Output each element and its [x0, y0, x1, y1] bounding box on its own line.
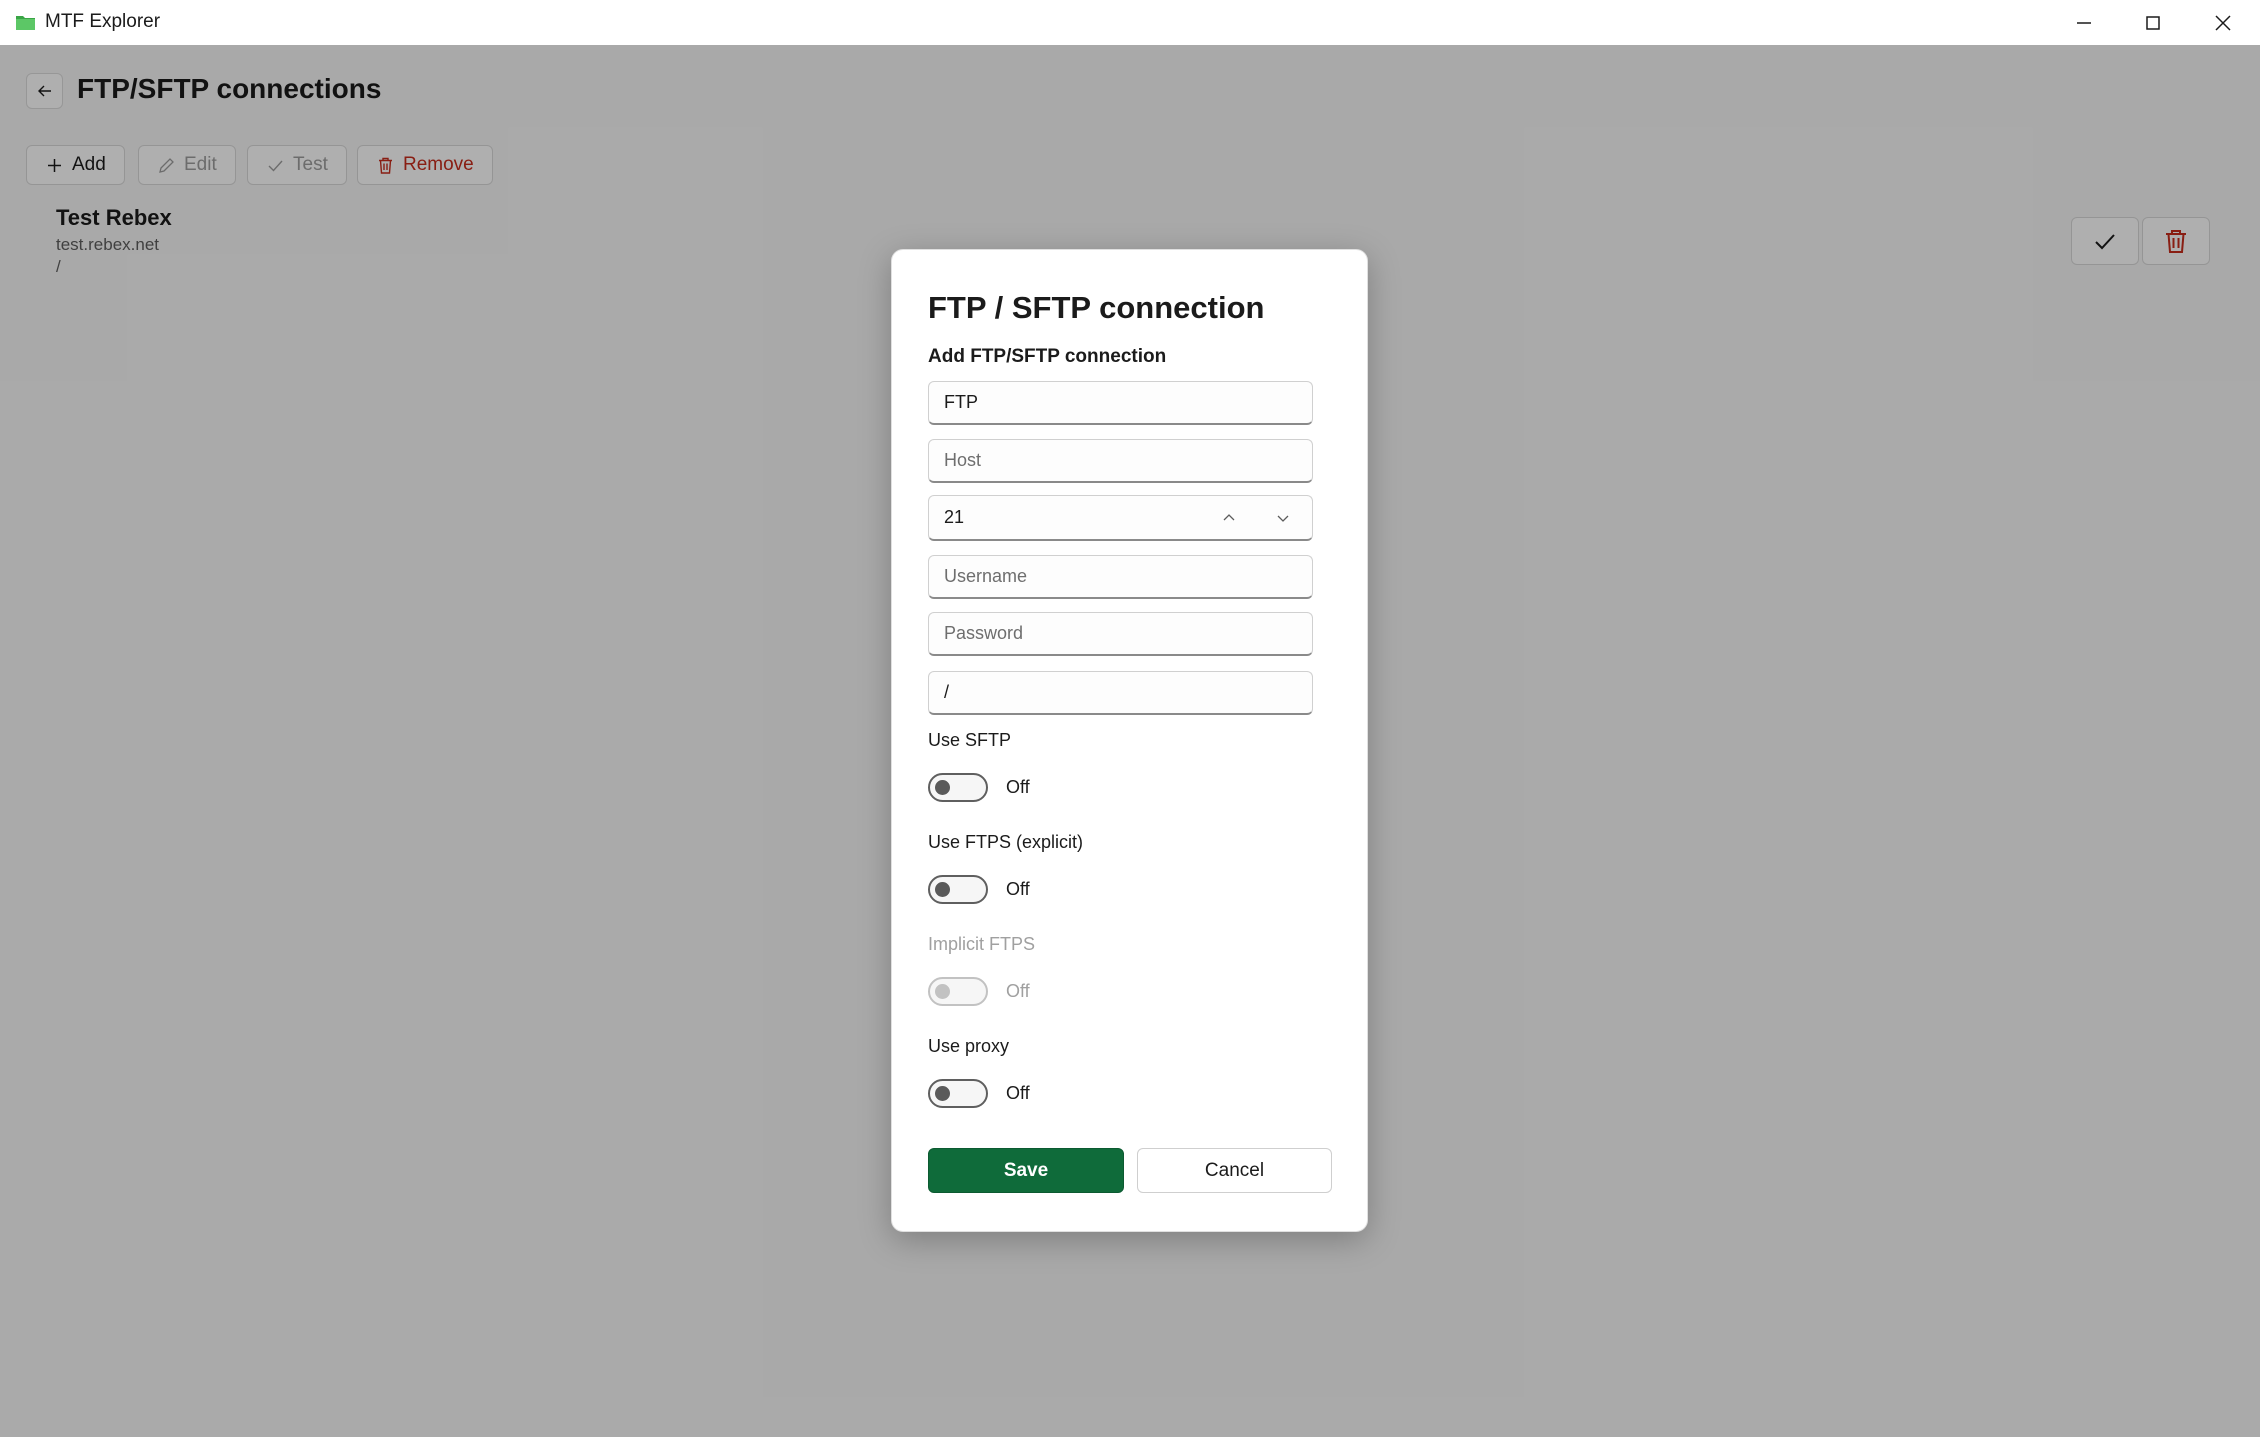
port-increment-button[interactable] [1209, 496, 1249, 540]
host-input[interactable] [944, 450, 1297, 471]
port-number-box[interactable] [928, 495, 1313, 541]
toggle-knob [935, 882, 950, 897]
chevron-up-icon [1223, 514, 1235, 521]
ftps-implicit-toggle [928, 977, 988, 1006]
password-field[interactable] [928, 612, 1313, 656]
dialog-subtitle: Add FTP/SFTP connection [928, 346, 1167, 367]
ftps-explicit-toggle-row[interactable]: Off [928, 875, 1030, 904]
title-bar: MTF Explorer [0, 0, 2260, 45]
app-window: MTF Explorer FTP/SFTP connections Add Ed… [0, 0, 2260, 1437]
ftps-implicit-toggle-row: Off [928, 977, 1030, 1006]
minimize-icon [2077, 21, 2091, 24]
sftp-toggle-row[interactable]: Off [928, 773, 1030, 802]
name-field[interactable] [928, 381, 1313, 425]
path-input[interactable] [944, 682, 1297, 703]
save-button[interactable]: Save [928, 1148, 1124, 1193]
folder-icon [16, 16, 35, 30]
proxy-toggle[interactable] [928, 1079, 988, 1108]
app-title: MTF Explorer [45, 11, 161, 32]
close-icon [2215, 14, 2231, 31]
username-input[interactable] [944, 566, 1297, 587]
close-button[interactable] [2188, 0, 2258, 45]
toggle-knob [935, 1086, 950, 1101]
ftps-implicit-toggle-state: Off [1006, 981, 1030, 1001]
path-field[interactable] [928, 671, 1313, 715]
sftp-toggle-state: Off [1006, 777, 1030, 797]
maximize-button[interactable] [2118, 0, 2188, 45]
proxy-toggle-label: Use proxy [928, 1036, 1010, 1056]
toggle-knob [935, 984, 950, 999]
ftps-explicit-toggle-label: Use FTPS (explicit) [928, 832, 1084, 852]
proxy-toggle-state: Off [1006, 1083, 1030, 1103]
username-field[interactable] [928, 555, 1313, 599]
password-input[interactable] [944, 623, 1297, 644]
port-decrement-button[interactable] [1263, 496, 1303, 540]
cancel-button[interactable]: Cancel [1137, 1148, 1332, 1193]
sftp-toggle[interactable] [928, 773, 988, 802]
minimize-button[interactable] [2049, 0, 2119, 45]
ftps-explicit-toggle-state: Off [1006, 879, 1030, 899]
name-input[interactable] [944, 392, 1297, 413]
sftp-toggle-label: Use SFTP [928, 730, 1012, 750]
ftps-implicit-toggle-label: Implicit FTPS [928, 934, 1036, 954]
dialog-title: FTP / SFTP connection [928, 290, 1265, 325]
host-field[interactable] [928, 439, 1313, 483]
toggle-knob [935, 780, 950, 795]
ftps-explicit-toggle[interactable] [928, 875, 988, 904]
proxy-toggle-row[interactable]: Off [928, 1079, 1030, 1108]
connection-dialog: FTP / SFTP connection Add FTP/SFTP conne… [891, 249, 1368, 1232]
chevron-down-icon [1277, 515, 1289, 522]
maximize-icon [2146, 15, 2160, 30]
